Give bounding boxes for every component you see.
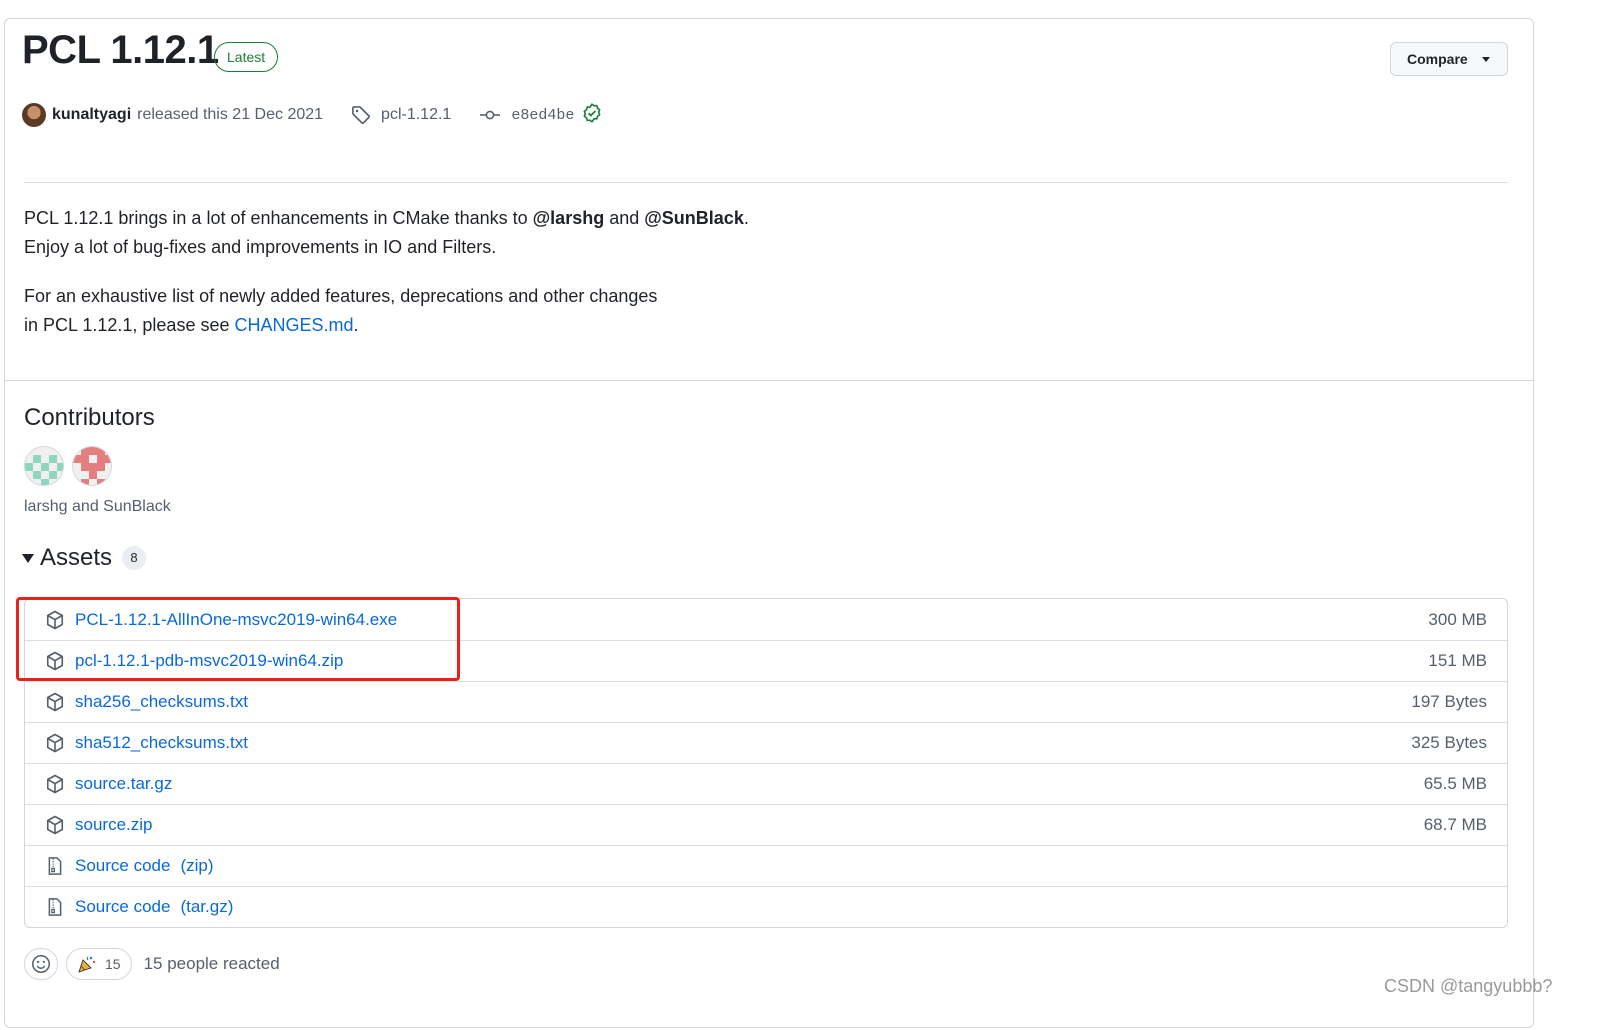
reactions-summary: 15 people reacted	[143, 954, 280, 973]
tada-count: 15	[105, 956, 121, 972]
assets-count: 8	[122, 546, 147, 570]
asset-row: Source code (zip)	[25, 845, 1507, 886]
release-title[interactable]: PCL 1.12.1	[22, 28, 219, 73]
released-text: released this 21 Dec 2021	[137, 106, 324, 123]
tada-reaction-button[interactable]: 15	[66, 948, 132, 980]
package-icon	[45, 815, 65, 835]
notes-text: .	[353, 315, 359, 335]
divider	[5, 380, 1533, 381]
commit-icon	[479, 105, 501, 125]
contributors-heading: Contributors	[24, 404, 155, 431]
release-notes: PCL 1.12.1 brings in a lot of enhancemen…	[24, 204, 1024, 360]
avatar[interactable]	[72, 446, 112, 486]
asset-link[interactable]: Source code	[75, 856, 170, 876]
asset-row: source.tar.gz 65.5 MB	[25, 763, 1507, 804]
author-link[interactable]: kunaltyagi	[52, 106, 131, 124]
asset-size: 65.5 MB	[1423, 774, 1487, 793]
avatar[interactable]	[22, 103, 46, 127]
reactions: 15 15 people reacted	[24, 948, 280, 980]
avatar[interactable]	[24, 446, 64, 486]
notes-text: For an exhaustive list of newly added fe…	[24, 286, 658, 306]
tag-icon	[351, 105, 371, 125]
tag-link[interactable]: pcl-1.12.1	[381, 106, 451, 124]
compare-label: Compare	[1407, 51, 1468, 67]
notes-text: in PCL 1.12.1, please see	[24, 315, 235, 335]
mention-sunblack[interactable]: @SunBlack	[644, 208, 744, 228]
file-zip-icon	[45, 856, 65, 876]
highlight-box	[16, 597, 460, 681]
divider	[24, 182, 1508, 183]
asset-link[interactable]: source.tar.gz	[75, 774, 172, 794]
asset-format[interactable]: (tar.gz)	[180, 897, 233, 917]
asset-format[interactable]: (zip)	[180, 856, 213, 876]
add-reaction-button[interactable]	[24, 948, 58, 980]
asset-link[interactable]: Source code	[75, 897, 170, 917]
asset-row: Source code (tar.gz)	[25, 886, 1507, 927]
asset-row: sha512_checksums.txt 325 Bytes	[25, 722, 1507, 763]
compare-button[interactable]: Compare	[1390, 42, 1508, 76]
watermark: CSDN @tangyubbb?	[1384, 976, 1553, 996]
package-icon	[45, 774, 65, 794]
notes-text: Enjoy a lot of bug-fixes and improvement…	[24, 237, 497, 257]
assets-heading: Assets	[40, 544, 113, 571]
asset-size: 197 Bytes	[1411, 692, 1487, 711]
triangle-down-icon	[22, 553, 34, 563]
asset-row: source.zip 68.7 MB	[25, 804, 1507, 845]
changes-link[interactable]: CHANGES.md	[234, 315, 353, 335]
verified-icon[interactable]	[582, 102, 602, 128]
contributors-avatars	[24, 446, 112, 486]
asset-link[interactable]: sha512_checksums.txt	[75, 733, 248, 753]
release-meta: kunaltyagi released this 21 Dec 2021 pcl…	[22, 100, 602, 130]
notes-text: PCL 1.12.1 brings in a lot of enhancemen…	[24, 208, 533, 228]
tada-icon	[78, 956, 96, 973]
asset-size: 68.7 MB	[1423, 815, 1487, 834]
file-zip-icon	[45, 897, 65, 917]
asset-link[interactable]: sha256_checksums.txt	[75, 692, 248, 712]
assets-toggle[interactable]: Assets 8	[22, 544, 147, 572]
asset-size: 151 MB	[1428, 651, 1487, 670]
asset-size: 325 Bytes	[1411, 733, 1487, 752]
asset-row: sha256_checksums.txt 197 Bytes	[25, 681, 1507, 722]
notes-text: and	[604, 208, 645, 228]
notes-text: .	[743, 208, 749, 228]
latest-badge: Latest	[214, 42, 279, 72]
mention-larshg[interactable]: @larshg	[533, 208, 605, 228]
chevron-down-icon	[1481, 56, 1490, 62]
package-icon	[45, 733, 65, 753]
contributors-names: larshg and SunBlack	[24, 498, 171, 515]
asset-link[interactable]: source.zip	[75, 815, 152, 835]
asset-size: 300 MB	[1428, 609, 1487, 629]
package-icon	[45, 692, 65, 712]
smiley-icon	[32, 955, 50, 973]
commit-link[interactable]: e8ed4be	[511, 107, 574, 124]
